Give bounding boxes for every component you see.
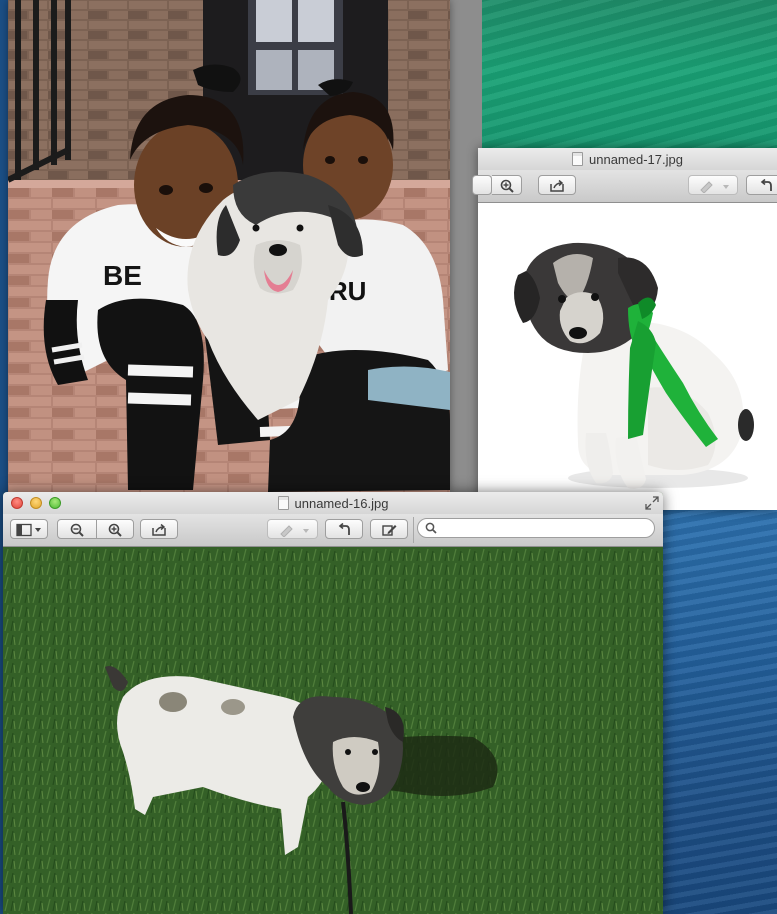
zoom-in-button[interactable] xyxy=(96,519,134,539)
document-icon xyxy=(277,496,289,510)
puppy-green-ribbon-image xyxy=(478,203,777,510)
toolbar-divider xyxy=(413,517,414,543)
rotate-icon xyxy=(760,179,772,191)
desktop-wallpaper-green xyxy=(440,0,777,160)
toolbar xyxy=(472,170,777,203)
share-icon xyxy=(550,179,564,192)
rotate-button[interactable] xyxy=(746,175,777,195)
share-button[interactable] xyxy=(140,519,178,539)
image-canvas xyxy=(478,203,777,510)
search-icon xyxy=(425,522,437,534)
document-icon xyxy=(572,152,584,166)
desktop-wallpaper-blue xyxy=(660,505,777,914)
search-input[interactable] xyxy=(417,518,655,538)
zoom-in-icon xyxy=(500,179,514,193)
zoom-out-button[interactable] xyxy=(472,175,492,195)
preview-window-unnamed-17[interactable]: unnamed-17.jpg xyxy=(472,148,777,510)
markup-pen-icon xyxy=(700,181,729,193)
window-title: unnamed-16.jpg xyxy=(3,496,663,511)
markup-pen-icon xyxy=(279,525,309,537)
zoom-in-button[interactable] xyxy=(492,175,522,195)
shirt-text-left: BE xyxy=(103,260,142,291)
dog-on-grass-image xyxy=(3,547,663,914)
window-title: unnamed-17.jpg xyxy=(478,152,777,167)
edit-toolbox-button[interactable] xyxy=(370,519,408,539)
zoom-out-icon xyxy=(70,523,84,537)
girls-with-dog-photo: BE TRU xyxy=(8,0,450,492)
rotate-button[interactable] xyxy=(325,519,363,539)
rotate-icon xyxy=(338,523,350,535)
image-canvas xyxy=(3,547,663,914)
photo-window-girls-with-dog[interactable]: BE TRU xyxy=(8,0,450,492)
edit-toolbox-icon xyxy=(382,525,397,536)
title-bar[interactable]: unnamed-17.jpg xyxy=(478,148,777,171)
sidebar-view-button[interactable] xyxy=(10,519,48,539)
fullscreen-icon[interactable] xyxy=(645,496,659,510)
zoom-in-icon xyxy=(108,523,122,537)
zoom-out-button[interactable] xyxy=(57,519,97,539)
markup-button[interactable] xyxy=(688,175,738,195)
title-bar[interactable]: unnamed-16.jpg xyxy=(3,492,663,515)
markup-button[interactable] xyxy=(267,519,318,539)
share-icon xyxy=(152,523,166,536)
share-button[interactable] xyxy=(538,175,576,195)
sidebar-icon xyxy=(16,523,41,537)
preview-window-unnamed-16[interactable]: unnamed-16.jpg xyxy=(3,492,663,914)
